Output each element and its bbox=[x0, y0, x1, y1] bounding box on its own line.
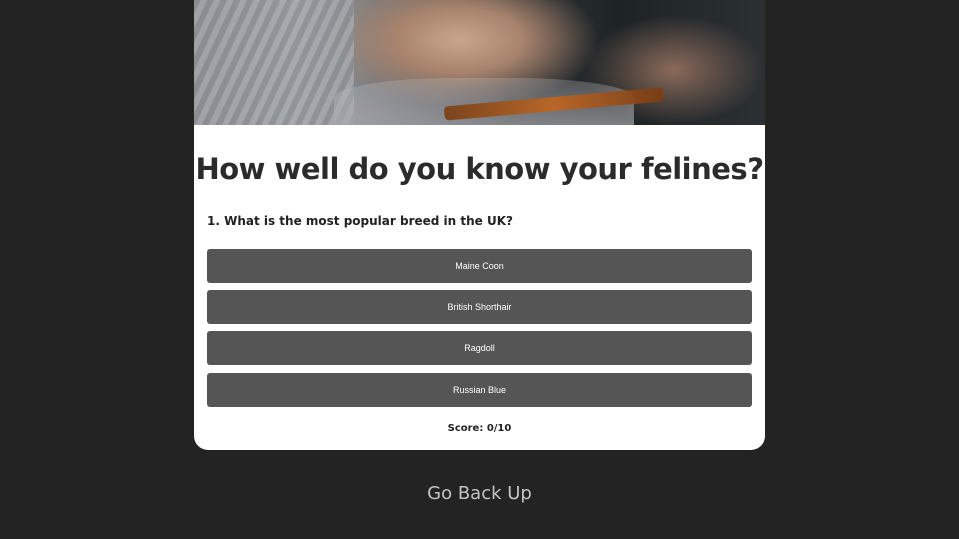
answer-button-british-shorthair[interactable]: British Shorthair bbox=[207, 290, 752, 324]
answer-button-maine-coon[interactable]: Maine Coon bbox=[207, 249, 752, 283]
answer-button-ragdoll[interactable]: Ragdoll bbox=[207, 331, 752, 365]
question-text: 1. What is the most popular breed in the… bbox=[207, 214, 513, 228]
score-label: Score: 0/10 bbox=[447, 423, 512, 434]
hero-sleeve-shape bbox=[194, 0, 354, 125]
quiz-title: How well do you know your felines? bbox=[195, 152, 764, 186]
answer-button-russian-blue[interactable]: Russian Blue bbox=[207, 373, 752, 407]
quiz-card: How well do you know your felines? 1. Wh… bbox=[194, 0, 765, 450]
hero-image bbox=[194, 0, 765, 125]
go-back-up-link[interactable]: Go Back Up bbox=[0, 483, 959, 504]
